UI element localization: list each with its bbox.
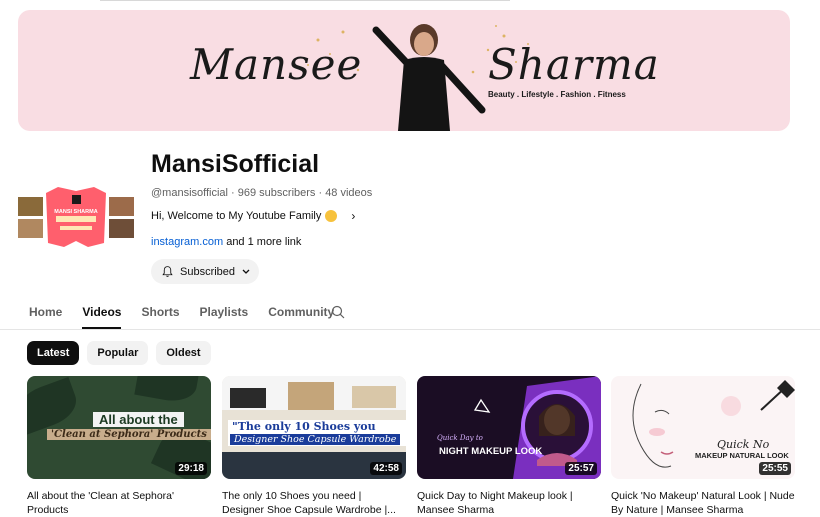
chip-oldest[interactable]: Oldest <box>156 341 211 365</box>
channel-description-text: Hi, Welcome to My Youtube Family <box>151 210 322 222</box>
tabs-divider <box>0 329 820 330</box>
video-thumbnail[interactable]: Quick Day to NIGHT MAKEUP LOOK 25:57 <box>417 376 601 479</box>
thumbnail-text: Quick No <box>717 438 770 451</box>
thumbnail-subtext: MAKEUP NATURAL LOOK <box>695 451 789 460</box>
channel-avatar[interactable]: MANSI SHARMA <box>18 185 134 249</box>
leaf-decoration <box>27 376 83 436</box>
video-duration: 25:55 <box>759 462 791 475</box>
channel-tabs: Home Videos Shorts Playlists Community <box>18 300 343 329</box>
chevron-down-icon <box>242 269 250 274</box>
thumbnail-subtext: NIGHT MAKEUP LOOK <box>439 446 543 457</box>
chip-latest[interactable]: Latest <box>27 341 80 365</box>
chip-popular[interactable]: Popular <box>87 341 149 365</box>
channel-name: MansiSofficial <box>151 150 320 178</box>
channel-description[interactable]: Hi, Welcome to My Youtube Family › <box>151 209 355 223</box>
shoe-box <box>230 388 266 408</box>
sort-chips: Latest Popular Oldest <box>27 341 211 365</box>
channel-links: instagram.com and 1 more link <box>151 236 301 248</box>
bell-icon <box>162 266 173 277</box>
thumbnail-text: Quick Day to <box>437 434 483 442</box>
more-links[interactable]: and 1 more link <box>223 236 301 248</box>
subscribed-label: Subscribed <box>180 265 236 278</box>
video-duration: 29:18 <box>175 462 207 475</box>
tab-shorts[interactable]: Shorts <box>141 300 179 329</box>
thumbnail-text: All about the <box>93 412 184 427</box>
smile-emoji-icon <box>325 210 338 222</box>
tab-playlists[interactable]: Playlists <box>200 300 249 329</box>
banner-name-left: Mansee <box>190 40 363 89</box>
subscribed-button[interactable]: Subscribed <box>151 259 259 284</box>
channel-meta: @mansisofficial · 969 subscribers · 48 v… <box>151 187 373 199</box>
video-thumbnail[interactable]: Quick No MAKEUP NATURAL LOOK 25:55 <box>611 376 795 479</box>
search-icon[interactable] <box>331 305 345 319</box>
chevron-right-icon[interactable]: › <box>351 209 355 223</box>
video-duration: 42:58 <box>370 462 402 475</box>
banner-name-right: Sharma <box>488 40 660 89</box>
tab-home[interactable]: Home <box>29 300 62 329</box>
thumbnail-subtext: Designer Shoe Capsule Wardrobe <box>230 434 401 445</box>
shoe-box <box>352 386 396 408</box>
video-title[interactable]: The only 10 Shoes you need | Designer Sh… <box>222 489 406 517</box>
video-thumbnail[interactable]: "The only 10 Shoes you need" Designer Sh… <box>222 376 406 479</box>
video-title[interactable]: Quick 'No Makeup' Natural Look | Nude By… <box>611 489 795 517</box>
video-title[interactable]: Quick Day to Night Makeup look | Mansee … <box>417 489 601 517</box>
video-card[interactable]: Quick No MAKEUP NATURAL LOOK 25:55 Quick… <box>611 376 795 517</box>
tab-videos[interactable]: Videos <box>82 300 122 329</box>
instagram-link[interactable]: instagram.com <box>151 236 223 248</box>
shoe-box <box>288 382 334 410</box>
tab-community[interactable]: Community <box>268 300 334 329</box>
video-card[interactable]: All about the 'Clean at Sephora' Product… <box>27 376 211 517</box>
video-title[interactable]: All about the 'Clean at Sephora' Product… <box>27 489 211 517</box>
video-card[interactable]: "The only 10 Shoes you need" Designer Sh… <box>222 376 406 517</box>
banner-tagline: Beauty . Lifestyle . Fashion . Fitness <box>488 90 626 99</box>
avatar-title: MANSI SHARMA <box>54 209 97 215</box>
video-card[interactable]: Quick Day to NIGHT MAKEUP LOOK 25:57 Qui… <box>417 376 601 517</box>
top-divider <box>100 0 510 1</box>
leaf-decoration <box>134 376 200 405</box>
video-duration: 25:57 <box>565 462 597 475</box>
video-thumbnail[interactable]: All about the 'Clean at Sephora' Product… <box>27 376 211 479</box>
banner-figure-image <box>372 24 486 131</box>
channel-banner: Mansee Sharma Beauty . Lifestyle . Fashi… <box>18 10 790 131</box>
thumbnail-subtext: 'Clean at Sephora' Products <box>47 429 211 440</box>
